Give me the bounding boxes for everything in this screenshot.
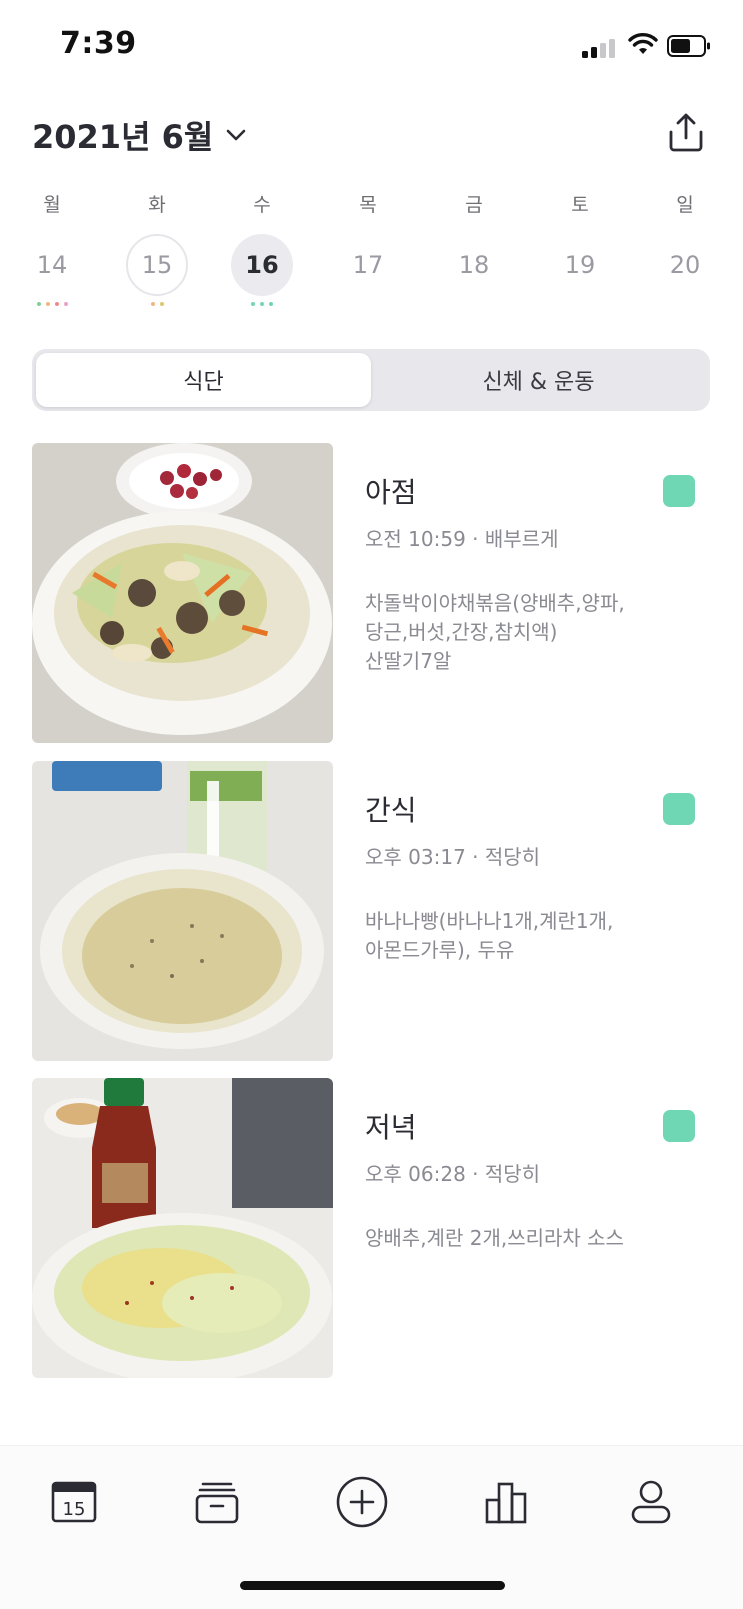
meal-photo bbox=[32, 761, 333, 1061]
status-time: 7:39 bbox=[60, 26, 137, 61]
tab-add[interactable] bbox=[334, 1474, 390, 1530]
weekday-label: 목 bbox=[359, 194, 377, 216]
meal-title: 저녁 bbox=[365, 1111, 417, 1144]
plus-circle-icon bbox=[336, 1476, 388, 1528]
meal-dots bbox=[328, 302, 408, 310]
meal-card[interactable]: 간식 오후 03:17 · 적당히 바나나빵(바나나1개,계란1개, 아몬드가루… bbox=[32, 761, 722, 1061]
cellular-signal-icon bbox=[582, 36, 618, 58]
meal-photo bbox=[32, 1078, 333, 1378]
meal-time-fullness: 오전 10:59 · 배부르게 bbox=[365, 527, 559, 551]
profile-icon bbox=[631, 1480, 671, 1524]
tab-profile[interactable] bbox=[623, 1474, 679, 1530]
day-friday[interactable]: 금 18 bbox=[434, 190, 514, 310]
meal-description: 양배추,계란 2개,쓰리라차 소스 bbox=[365, 1226, 624, 1250]
tab-diet[interactable]: 식단 bbox=[36, 353, 371, 407]
weekday-label: 화 bbox=[148, 194, 166, 216]
meal-title: 아점 bbox=[365, 476, 417, 509]
meal-time-fullness: 오후 03:17 · 적당히 bbox=[365, 845, 541, 869]
meal-dot bbox=[54, 302, 59, 306]
bar-chart-icon bbox=[485, 1482, 527, 1524]
date-number: 20 bbox=[669, 251, 701, 279]
date-number-selected: 16 bbox=[231, 234, 293, 296]
tab-body-exercise[interactable]: 신체 & 운동 bbox=[371, 353, 706, 407]
share-icon[interactable] bbox=[664, 110, 708, 154]
meal-status-badge bbox=[663, 1110, 695, 1142]
meal-dot bbox=[150, 302, 155, 306]
weekday-label: 토 bbox=[571, 194, 589, 216]
week-calendar: 월 14 화 15 수 16 목 17 금 18 토 19 일 20 bbox=[0, 190, 743, 320]
status-bar: 7:39 bbox=[0, 0, 743, 90]
meal-dots bbox=[645, 302, 725, 310]
month-selector[interactable]: 2021년 6월 bbox=[32, 112, 249, 158]
month-label: 2021년 6월 bbox=[32, 118, 214, 156]
calendar-icon: 15 bbox=[51, 1481, 97, 1523]
meal-dot bbox=[251, 302, 255, 306]
calendar-icon-day: 15 bbox=[63, 1499, 86, 1520]
day-thursday[interactable]: 목 17 bbox=[328, 190, 408, 310]
meal-title: 간식 bbox=[365, 794, 417, 827]
tab-archive[interactable] bbox=[189, 1474, 245, 1530]
day-wednesday[interactable]: 수 16 bbox=[222, 190, 302, 310]
meal-card[interactable]: 저녁 오후 06:28 · 적당히 양배추,계란 2개,쓰리라차 소스 bbox=[32, 1078, 722, 1378]
tab-calendar[interactable]: 15 bbox=[46, 1474, 102, 1530]
home-indicator bbox=[240, 1581, 505, 1590]
date-number: 18 bbox=[458, 251, 490, 279]
weekday-label: 월 bbox=[43, 194, 61, 216]
meal-dots bbox=[117, 302, 197, 310]
meal-dot bbox=[36, 302, 41, 306]
meal-description: 차돌박이야채볶음(양배추,양파, 당근,버섯,간장,참치액) 산딸기7알 bbox=[365, 591, 625, 673]
date-number-today: 15 bbox=[126, 234, 188, 296]
meal-dots bbox=[222, 302, 302, 310]
meal-time-fullness: 오후 06:28 · 적당히 bbox=[365, 1162, 541, 1186]
meal-dot bbox=[269, 302, 273, 306]
day-monday[interactable]: 월 14 bbox=[12, 190, 92, 310]
weekday-label: 금 bbox=[465, 194, 483, 216]
chevron-down-icon bbox=[227, 129, 246, 141]
date-number: 14 bbox=[36, 251, 68, 279]
meal-dot bbox=[260, 302, 264, 306]
day-sunday[interactable]: 일 20 bbox=[645, 190, 725, 310]
meal-dot bbox=[159, 302, 164, 306]
weekday-label: 일 bbox=[676, 194, 694, 216]
battery-icon bbox=[667, 35, 710, 57]
meal-photo bbox=[32, 443, 333, 743]
meal-dots bbox=[540, 302, 620, 310]
day-tuesday[interactable]: 화 15 bbox=[117, 190, 197, 310]
meal-status-badge bbox=[663, 475, 695, 507]
tab-statistics[interactable] bbox=[479, 1474, 535, 1530]
weekday-label: 수 bbox=[253, 194, 271, 216]
meal-description: 바나나빵(바나나1개,계란1개, 아몬드가루), 두유 bbox=[365, 909, 614, 962]
view-segmented-control: 식단 신체 & 운동 bbox=[32, 349, 710, 411]
meal-dots bbox=[434, 302, 514, 310]
meal-dot bbox=[63, 302, 68, 306]
day-saturday[interactable]: 토 19 bbox=[540, 190, 620, 310]
meal-dots bbox=[12, 302, 92, 310]
archive-box-icon bbox=[195, 1482, 239, 1524]
meal-card[interactable]: 아점 오전 10:59 · 배부르게 차돌박이야채볶음(양배추,양파, 당근,버… bbox=[32, 443, 722, 743]
date-number: 19 bbox=[564, 251, 596, 279]
date-number: 17 bbox=[352, 251, 384, 279]
meal-status-badge bbox=[663, 793, 695, 825]
wifi-icon bbox=[628, 33, 658, 54]
meal-dot bbox=[45, 302, 50, 306]
